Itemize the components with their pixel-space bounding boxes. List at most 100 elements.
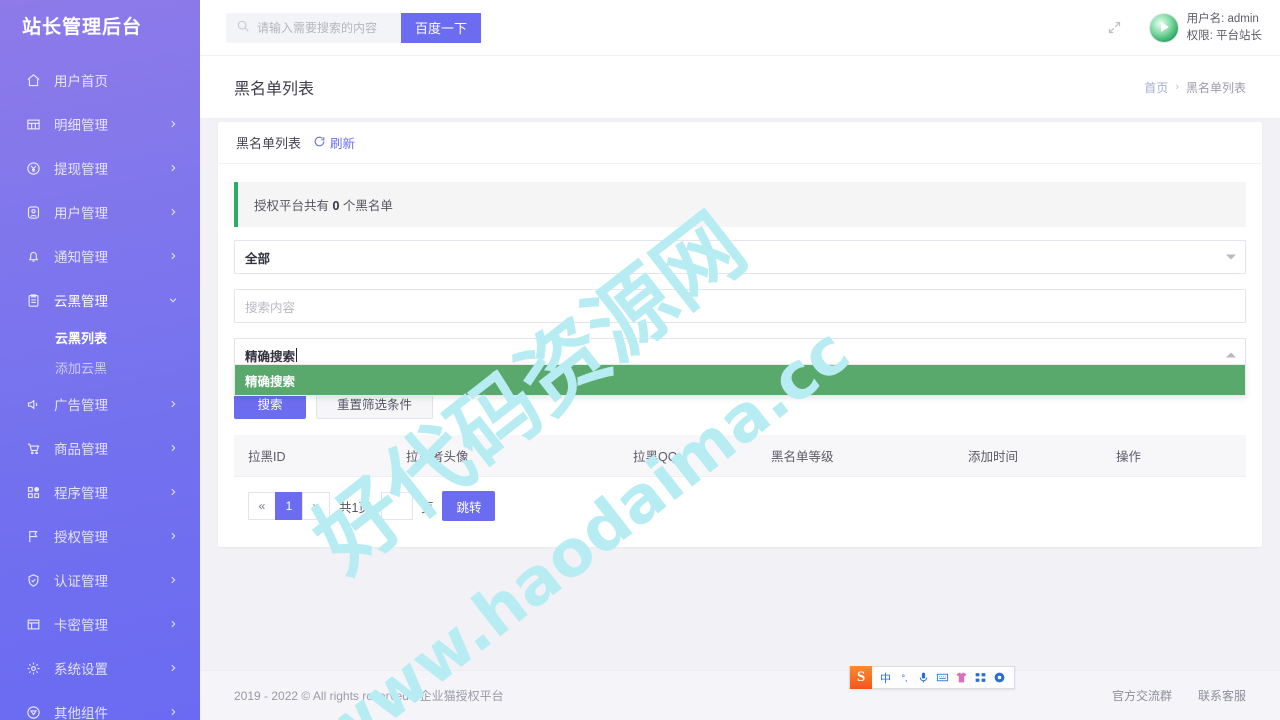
page-header: 黑名单列表 首页 › 黑名单列表 xyxy=(200,56,1280,118)
sidebar-item-label: 云黑管理 xyxy=(54,290,108,310)
table-col-qq: 拉黑QQ xyxy=(619,435,757,477)
keyword-input-wrapper[interactable]: 搜索内容 xyxy=(234,289,1246,323)
refresh-button[interactable]: 刷新 xyxy=(313,133,355,152)
avatar xyxy=(1150,14,1178,42)
chevron-right-icon xyxy=(168,443,178,453)
sidebar-submenu-cloudblack: 云黑列表 添加云黑 xyxy=(0,322,200,382)
card-title: 黑名单列表 xyxy=(236,133,301,152)
pagination-buttons: « 1 » xyxy=(248,492,329,520)
skin-icon[interactable] xyxy=(952,667,971,688)
chevron-right-icon xyxy=(168,531,178,541)
search-input[interactable] xyxy=(257,21,392,35)
chevron-right-icon xyxy=(168,119,178,129)
baidu-search-button[interactable]: 百度一下 xyxy=(401,13,481,43)
sidebar-item-label: 其他组件 xyxy=(54,702,108,720)
sidebar-item-label: 广告管理 xyxy=(54,394,108,414)
user-area[interactable]: 用户名: admin 权限: 平台站长 xyxy=(1150,11,1262,44)
refresh-label: 刷新 xyxy=(330,133,355,152)
card-body: 授权平台共有 0 个黑名单 全部 搜索内容 精确搜索 搜索 重置筛选条件 xyxy=(218,164,1262,521)
dropdown-option-exact-search[interactable]: 精确搜索 xyxy=(235,365,1245,395)
fullscreen-icon[interactable] xyxy=(1098,11,1132,45)
ime-punctuation-button[interactable]: °, xyxy=(895,667,914,688)
chevron-right-icon xyxy=(168,619,178,629)
sidebar-item-user-home[interactable]: 用户首页 xyxy=(0,58,200,102)
table-col-id: 拉黑ID xyxy=(234,435,392,477)
sidebar-subitem-cloudblack-add[interactable]: 添加云黑 xyxy=(0,352,200,382)
table-col-time: 添加时间 xyxy=(954,435,1102,477)
sidebar-subitem-label: 添加云黑 xyxy=(55,358,107,377)
sidebar-item-label: 认证管理 xyxy=(54,570,108,590)
sidebar-item-users[interactable]: 用户管理 xyxy=(0,190,200,234)
chevron-down-icon xyxy=(1226,255,1236,260)
chevron-right-icon xyxy=(168,207,178,217)
mic-icon[interactable] xyxy=(914,667,933,688)
chevron-right-icon xyxy=(168,575,178,585)
sogou-logo-icon[interactable]: S xyxy=(850,666,872,689)
chevron-right-icon xyxy=(168,487,178,497)
speaker-icon xyxy=(24,395,42,413)
pagination-jump-input[interactable] xyxy=(381,492,413,520)
pagination-page-1[interactable]: 1 xyxy=(275,492,303,520)
pagination-next[interactable]: » xyxy=(302,492,330,520)
keyboard-icon[interactable] xyxy=(933,667,952,688)
table-icon xyxy=(24,115,42,133)
chevron-right-icon xyxy=(168,663,178,673)
search-mode-dropdown: 精确搜索 xyxy=(234,364,1246,396)
gear-icon[interactable] xyxy=(990,667,1009,688)
breadcrumb-separator: › xyxy=(1175,81,1179,93)
apps-icon[interactable] xyxy=(971,667,990,688)
sidebar-item-cloudblack[interactable]: 云黑管理 xyxy=(0,278,200,322)
page-title: 黑名单列表 xyxy=(234,75,314,99)
footer-link-group[interactable]: 官方交流群 xyxy=(1112,687,1172,704)
user-role: 权限: 平台站长 xyxy=(1187,28,1262,44)
home-icon xyxy=(24,71,42,89)
pagination-prev[interactable]: « xyxy=(248,492,276,520)
blacklist-table: 拉黑ID 拉黑者头像 拉黑QQ 黑名单等级 添加时间 操作 xyxy=(234,435,1246,477)
sidebar-item-cardkey[interactable]: 卡密管理 xyxy=(0,602,200,646)
app-root: 站长管理后台 用户首页 明细管理 提现管理 用户管理 xyxy=(0,0,1280,720)
sidebar-item-programs[interactable]: 程序管理 xyxy=(0,470,200,514)
footer-copyright: 2019 - 2022 © All rights reserved - 企业猫授… xyxy=(234,687,504,704)
pagination-jump-button[interactable]: 跳转 xyxy=(442,491,495,521)
user-icon xyxy=(24,203,42,221)
sidebar-item-certify[interactable]: 认证管理 xyxy=(0,558,200,602)
chevron-down-icon xyxy=(168,295,178,305)
sidebar-item-label: 明细管理 xyxy=(54,114,108,134)
sidebar-item-withdraw[interactable]: 提现管理 xyxy=(0,146,200,190)
sidebar-item-auth[interactable]: 授权管理 xyxy=(0,514,200,558)
table-col-level: 黑名单等级 xyxy=(757,435,954,477)
sidebar-subitem-cloudblack-list[interactable]: 云黑列表 xyxy=(0,322,200,352)
breadcrumb: 首页 › 黑名单列表 xyxy=(1144,79,1246,96)
sidebar-item-label: 系统设置 xyxy=(54,658,108,678)
sidebar-item-notice[interactable]: 通知管理 xyxy=(0,234,200,278)
top-header: 百度一下 用户名: admin 权限: 平台站长 xyxy=(200,0,1280,56)
breadcrumb-home[interactable]: 首页 xyxy=(1144,79,1168,96)
platform-select[interactable]: 全部 xyxy=(234,240,1246,274)
sidebar-item-label: 通知管理 xyxy=(54,246,108,266)
table-col-avatar: 拉黑者头像 xyxy=(392,435,619,477)
sidebar-item-goods[interactable]: 商品管理 xyxy=(0,426,200,470)
card-icon xyxy=(24,615,42,633)
sidebar-nav: 用户首页 明细管理 提现管理 用户管理 通知管理 xyxy=(0,56,200,720)
chevron-right-icon xyxy=(168,163,178,173)
flag-icon xyxy=(24,527,42,545)
sidebar-item-ads[interactable]: 广告管理 xyxy=(0,382,200,426)
sidebar-item-label: 提现管理 xyxy=(54,158,108,178)
search-mode-value: 精确搜索 xyxy=(245,346,295,365)
chevron-right-icon xyxy=(168,251,178,261)
footer: 2019 - 2022 © All rights reserved - 企业猫授… xyxy=(200,670,1280,720)
sidebar-item-label: 用户首页 xyxy=(54,70,108,90)
sidebar-item-label: 卡密管理 xyxy=(54,614,108,634)
sidebar-item-other[interactable]: 其他组件 xyxy=(0,690,200,720)
gear-icon xyxy=(24,659,42,677)
platform-select-value: 全部 xyxy=(245,248,270,267)
footer-link-support[interactable]: 联系客服 xyxy=(1198,687,1246,704)
search-field-wrapper[interactable] xyxy=(226,13,401,43)
sidebar-item-detail[interactable]: 明细管理 xyxy=(0,102,200,146)
header-search: 百度一下 xyxy=(226,13,481,43)
cart-icon xyxy=(24,439,42,457)
ime-chinese-mode-button[interactable]: 中 xyxy=(876,667,895,688)
sidebar-item-settings[interactable]: 系统设置 xyxy=(0,646,200,690)
sidebar-item-label: 授权管理 xyxy=(54,526,108,546)
bell-icon xyxy=(24,247,42,265)
